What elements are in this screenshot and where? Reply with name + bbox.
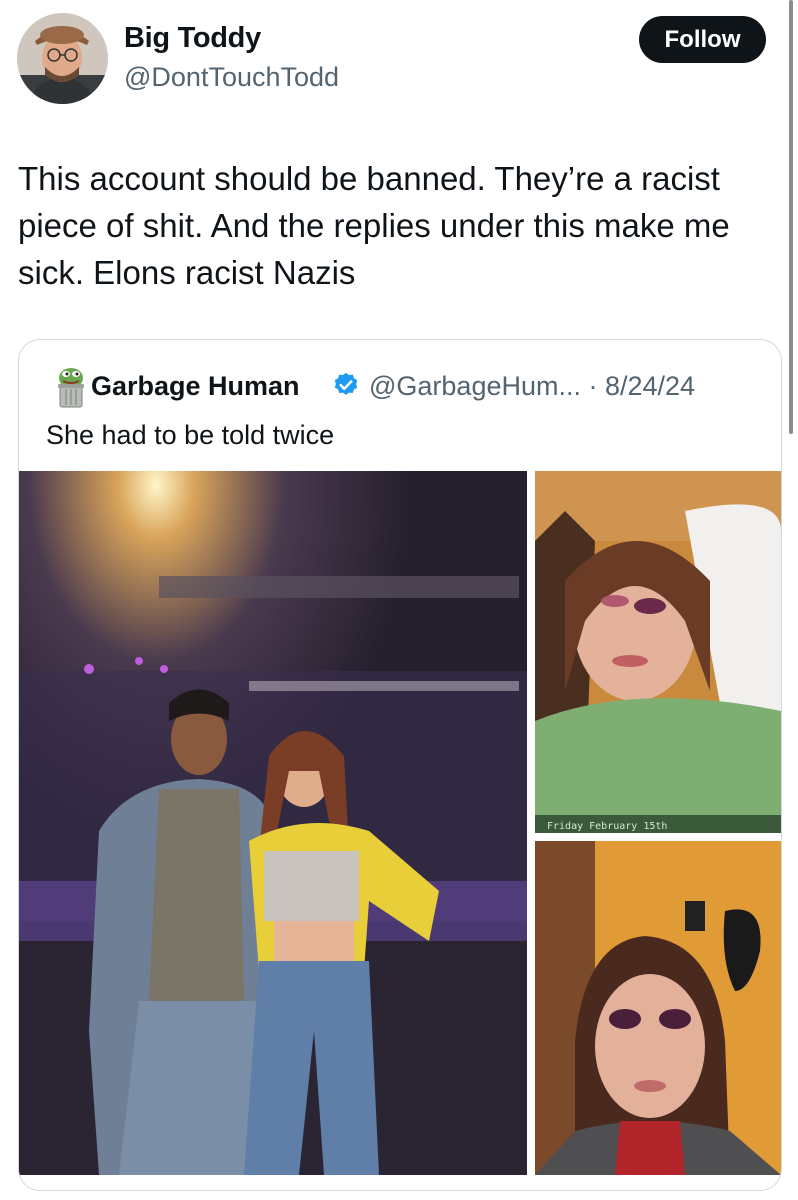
- verified-badge-icon: [332, 371, 360, 399]
- author-handle[interactable]: @DontTouchTodd: [124, 62, 339, 93]
- scrollbar[interactable]: [789, 0, 793, 434]
- hospital-bed-photo[interactable]: Friday February 15th: [535, 471, 781, 833]
- tweet-text: This account should be banned. They’re a…: [18, 160, 730, 291]
- quoted-tweet-text: She had to be told twice: [46, 420, 335, 450]
- bruised-eyes-photo[interactable]: [535, 841, 781, 1175]
- follow-button[interactable]: Follow: [639, 16, 766, 63]
- pepe-in-trash-can-icon[interactable]: [51, 365, 91, 409]
- quoted-display-name[interactable]: Garbage Human: [91, 371, 300, 402]
- photo-caption: Friday February 15th: [547, 821, 667, 832]
- concert-couple-photo[interactable]: [19, 471, 527, 1175]
- quoted-handle-date[interactable]: @GarbageHum... · 8/24/24: [369, 371, 695, 402]
- author-avatar[interactable]: [17, 13, 108, 104]
- quoted-tweet-card[interactable]: Garbage Human @GarbageHum... · 8/24/24 S…: [18, 339, 782, 1191]
- author-display-name[interactable]: Big Toddy: [124, 22, 261, 55]
